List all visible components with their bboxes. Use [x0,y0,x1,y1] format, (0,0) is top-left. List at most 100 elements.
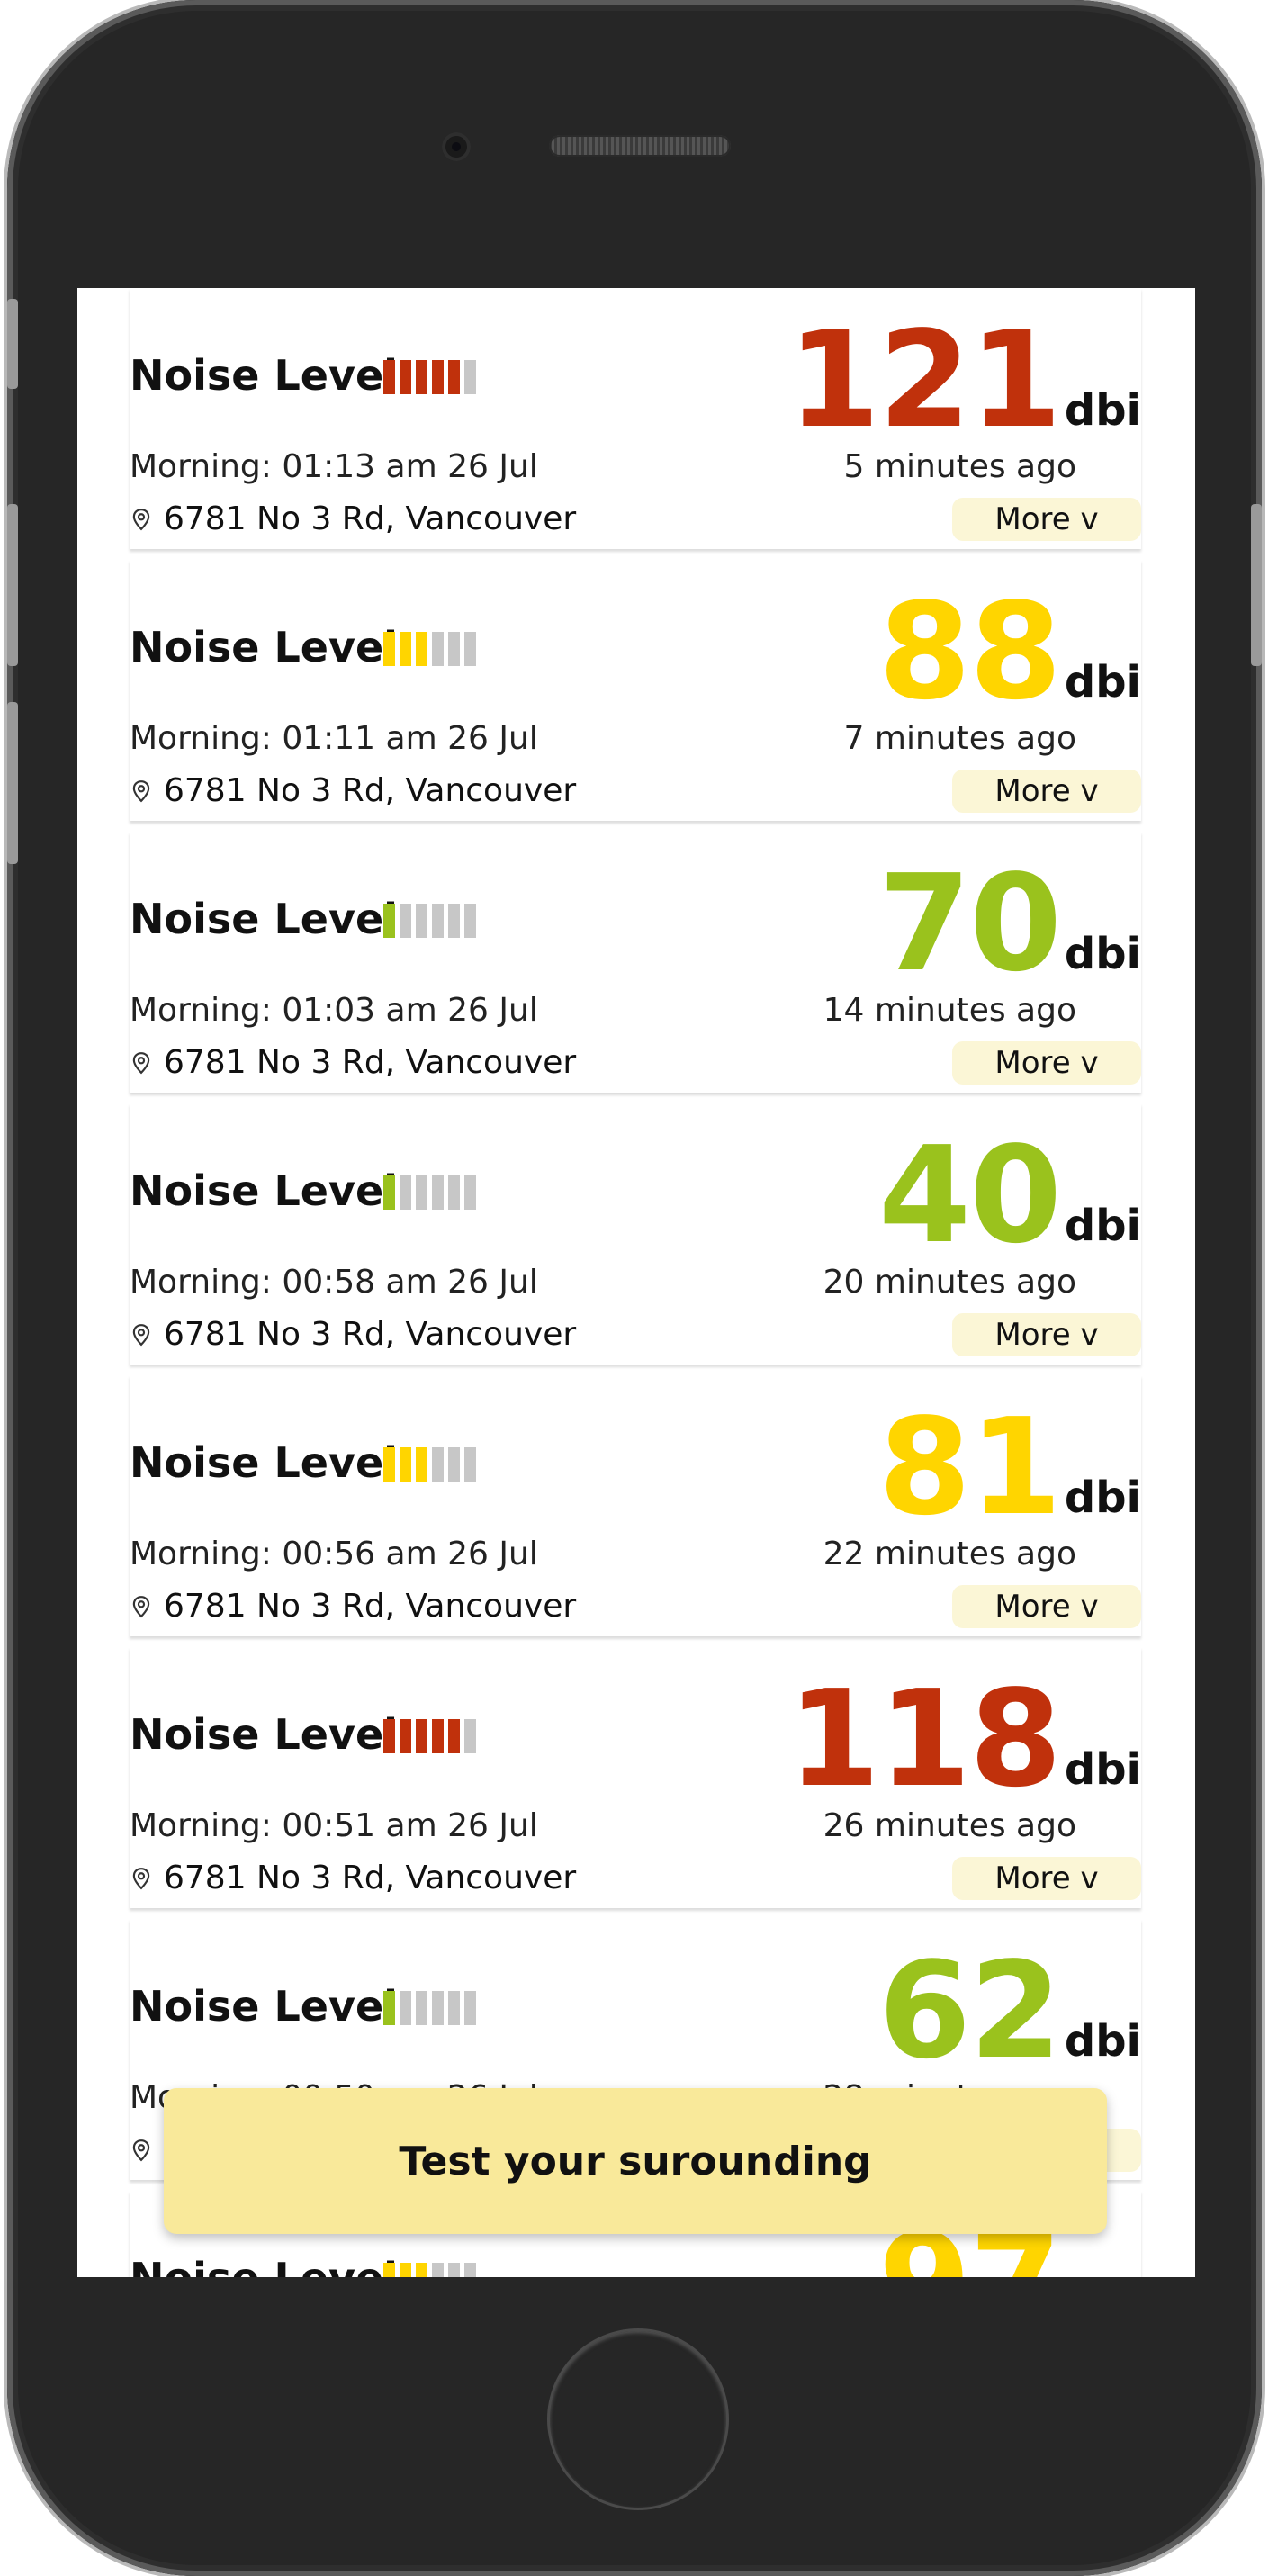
volume-down-button [7,702,18,864]
location-text: 6781 No 3 Rd, Vancouver [164,500,577,537]
noise-level-label: Noise Level: [130,1438,415,1487]
noise-unit: dbi [1064,1744,1141,1795]
noise-meter-segment [448,1175,460,1210]
noise-meter-segment [432,2263,444,2277]
noise-meter-segment [416,904,428,938]
recorded-time: Morning: 00:56 am 26 Jul [130,1536,538,1572]
noise-level-label: Noise Level: [130,1166,415,1215]
noise-meter-segment [448,2263,460,2277]
noise-value: 70 [878,846,1062,1001]
noise-value: 62 [878,1933,1062,2088]
volume-up-button [7,504,18,666]
noise-meter-segment [464,904,476,938]
relative-time: 22 minutes ago [823,1536,1076,1572]
mute-switch [7,299,18,389]
noise-meter-segment [448,1991,460,2025]
noise-level-meter [383,1447,476,1482]
relative-time: 26 minutes ago [823,1807,1076,1844]
noise-log-card[interactable]: Noise Level: 40 dbi Morning: 00:58 am 26… [130,1103,1141,1365]
relative-time: 5 minutes ago [843,448,1076,485]
relative-time: 14 minutes ago [823,992,1076,1029]
noise-meter-segment [448,1719,460,1753]
noise-level-meter [383,904,476,938]
location: 6781 No 3 Rd, Vancouver [130,500,576,537]
noise-meter-segment [383,1447,395,1482]
noise-log-card[interactable]: Noise Level: 88 dbi Morning: 01:11 am 26… [130,560,1141,821]
noise-meter-segment [432,1175,444,1210]
location-text: 6781 No 3 Rd, Vancouver [164,1316,577,1353]
noise-level-meter [383,632,476,666]
noise-meter-segment [432,360,444,394]
noise-meter-segment [432,1719,444,1753]
more-button[interactable]: More v [952,1313,1141,1356]
test-surrounding-button[interactable]: Test your surounding [164,2088,1107,2234]
home-button[interactable] [550,2331,726,2508]
noise-value: 88 [878,574,1062,729]
noise-meter-segment [400,360,411,394]
noise-meter-segment [400,2263,411,2277]
noise-meter-segment [448,1447,460,1482]
noise-level-label: Noise Level: [130,623,415,671]
location-text: 6781 No 3 Rd, Vancouver [164,1044,577,1081]
noise-meter-segment [448,904,460,938]
noise-level-label: Noise Level: [130,1982,415,2031]
location: 6781 No 3 Rd, Vancouver [130,1860,576,1896]
noise-level-meter [383,360,476,394]
noise-meter-segment [464,360,476,394]
location-pin-icon [132,1051,150,1074]
noise-meter-segment [400,1719,411,1753]
noise-value: 118 [788,1662,1062,1816]
more-button[interactable]: More v [952,770,1141,813]
earpiece-speaker [549,135,731,157]
noise-meter-segment [383,1175,395,1210]
more-button[interactable]: More v [952,1857,1141,1900]
noise-meter-segment [416,360,428,394]
more-button[interactable]: More v [952,1585,1141,1628]
noise-unit: dbi [1064,1201,1141,1251]
noise-meter-segment [448,632,460,666]
location-pin-icon [132,1595,150,1617]
noise-meter-segment [416,1175,428,1210]
more-button[interactable]: More v [952,1041,1141,1085]
location: 6781 No 3 Rd, Vancouver [130,1044,576,1081]
noise-level-meter [383,1991,476,2025]
location: 6781 No 3 Rd, Vancouver [130,772,576,809]
noise-meter-segment [464,2263,476,2277]
recorded-time: Morning: 01:13 am 26 Jul [130,448,538,485]
noise-meter-segment [400,1991,411,2025]
location-pin-icon [132,1323,150,1346]
noise-meter-segment [432,1447,444,1482]
noise-log-card[interactable]: Noise Level: 118 dbi Morning: 00:51 am 2… [130,1647,1141,1908]
location: 6781 No 3 Rd, Vancouver [130,1588,576,1625]
noise-meter-segment [416,2263,428,2277]
noise-meter-segment [400,1447,411,1482]
relative-time: 7 minutes ago [843,720,1076,757]
location-text: 6781 No 3 Rd, Vancouver [164,1588,577,1625]
noise-meter-segment [464,1175,476,1210]
noise-log-card[interactable]: Noise Level: 121 dbi Morning: 01:13 am 2… [130,288,1141,549]
noise-meter-segment [464,632,476,666]
noise-unit: dbi [1064,657,1141,707]
noise-unit: dbi [1064,929,1141,979]
noise-meter-segment [383,2263,395,2277]
noise-log-card[interactable]: Noise Level: 81 dbi Morning: 00:56 am 26… [130,1375,1141,1636]
recorded-time: Morning: 00:58 am 26 Jul [130,1264,538,1301]
location-text: 6781 No 3 Rd, Vancouver [164,772,577,809]
noise-value: 40 [878,1118,1062,1273]
noise-meter-segment [416,632,428,666]
noise-meter-segment [416,1719,428,1753]
location-text: 6781 No 3 Rd, Vancouver [164,1860,577,1896]
location: 6781 No 3 Rd, Vancouver [130,1316,576,1353]
location-pin-icon [132,2139,150,2161]
noise-value: 81 [878,1390,1062,1545]
noise-meter-segment [432,1991,444,2025]
more-button[interactable]: More v [952,498,1141,541]
noise-meter-segment [383,360,395,394]
noise-log-card[interactable]: Noise Level: 70 dbi Morning: 01:03 am 26… [130,832,1141,1093]
noise-level-label: Noise Level: [130,2254,414,2277]
noise-value: 121 [788,302,1062,457]
front-camera [442,132,471,161]
phone-frame: Noise Level: 121 dbi Morning: 01:13 am 2… [7,0,1262,2576]
noise-meter-segment [400,904,411,938]
recorded-time: Morning: 00:51 am 26 Jul [130,1807,538,1844]
